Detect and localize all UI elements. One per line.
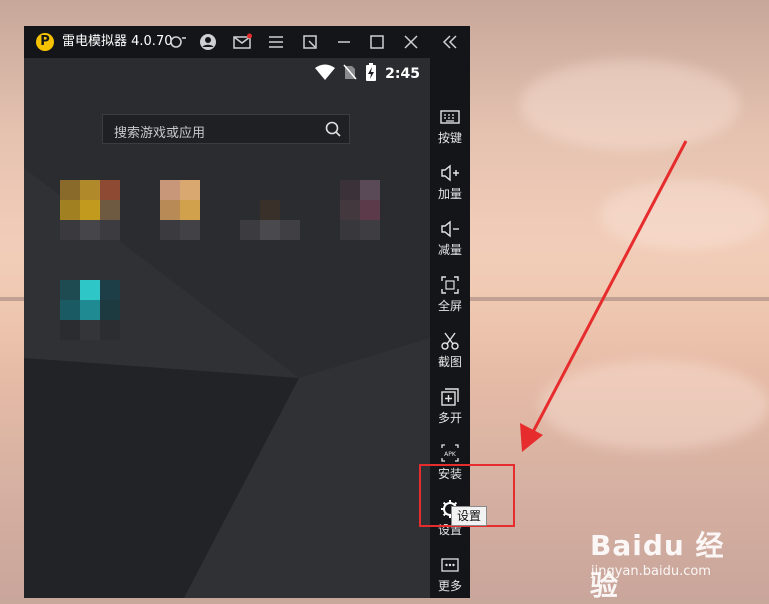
clock: 2:45 xyxy=(385,66,420,82)
user-icon[interactable] xyxy=(198,32,218,52)
app-icon-blurred[interactable] xyxy=(240,180,300,240)
mail-icon[interactable] xyxy=(232,32,252,52)
gamepad-icon[interactable] xyxy=(168,32,188,52)
background-cloud xyxy=(520,60,740,150)
search-input[interactable]: 搜索游戏或应用 xyxy=(114,122,205,141)
sidebar-item-volume-up[interactable]: 加量 xyxy=(430,160,470,212)
app-logo: P xyxy=(36,33,54,51)
no-sim-icon xyxy=(343,64,357,84)
menu-icon[interactable] xyxy=(266,32,286,52)
status-bar: 2:45 xyxy=(315,63,420,85)
emulator-window: P 雷电模拟器 4.0.70 2:45 搜索游戏或应用 按键 加量 减量 全屏 … xyxy=(24,26,470,598)
collapse-icon[interactable] xyxy=(440,32,460,52)
keyboard-icon xyxy=(440,107,460,127)
sidebar-item-multi-instance[interactable]: 多开 xyxy=(430,384,470,436)
apk-install-icon: APK xyxy=(440,443,460,463)
sidebar-label: 按键 xyxy=(437,131,462,145)
app-icon-blurred[interactable] xyxy=(60,280,120,340)
app-icon-blurred[interactable] xyxy=(60,180,120,240)
app-icon-blurred[interactable] xyxy=(160,180,220,240)
fullscreen-icon xyxy=(440,275,460,295)
battery-charging-icon xyxy=(365,63,377,85)
sidebar-label: 全屏 xyxy=(437,299,462,313)
sidebar-item-more[interactable]: 更多 xyxy=(430,552,470,604)
sidebar-label: 减量 xyxy=(437,243,462,257)
title-bar[interactable]: P 雷电模拟器 4.0.70 xyxy=(24,26,470,58)
app-title: 雷电模拟器 4.0.70 xyxy=(62,34,173,49)
maximize-icon[interactable] xyxy=(367,32,387,52)
watermark-url: jingyan.baidu.com xyxy=(591,564,711,579)
background-cloud xyxy=(600,180,769,250)
tooltip: 设置 xyxy=(451,506,488,526)
sidebar-label: 多开 xyxy=(437,411,462,425)
restore-icon[interactable] xyxy=(300,32,320,52)
sidebar-label: 更多 xyxy=(437,579,462,593)
search-bar[interactable]: 搜索游戏或应用 xyxy=(102,114,350,144)
sidebar-label: 加量 xyxy=(437,187,462,201)
volume-down-icon xyxy=(440,219,460,239)
app-icon-blurred[interactable] xyxy=(340,180,400,240)
more-icon xyxy=(440,555,460,575)
minimize-icon[interactable] xyxy=(334,32,354,52)
scissors-icon xyxy=(440,331,460,351)
sidebar-item-volume-down[interactable]: 减量 xyxy=(430,216,470,268)
svg-text:APK: APK xyxy=(444,451,457,458)
sidebar-item-fullscreen[interactable]: 全屏 xyxy=(430,272,470,324)
android-screen[interactable]: 2:45 搜索游戏或应用 xyxy=(24,58,430,598)
wifi-icon xyxy=(315,64,336,84)
sidebar-label: 截图 xyxy=(437,355,462,369)
baidu-jingyan-watermark: Baidu 经验 jingyan.baidu.com xyxy=(590,514,740,602)
sidebar-item-screenshot[interactable]: 截图 xyxy=(430,328,470,380)
background-cloud xyxy=(540,360,769,450)
sidebar-item-keymap[interactable]: 按键 xyxy=(430,104,470,156)
search-icon[interactable] xyxy=(325,121,341,137)
volume-up-icon xyxy=(440,163,460,183)
close-icon[interactable] xyxy=(401,32,421,52)
multi-instance-icon xyxy=(440,387,460,407)
